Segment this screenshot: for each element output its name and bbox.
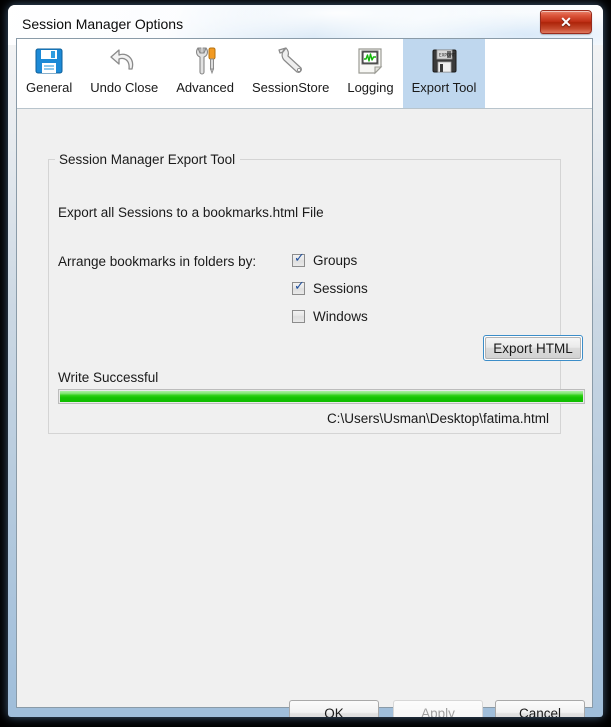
close-icon: ✕ [560,14,572,30]
tab-export-tool[interactable]: EXPORT Export Tool [402,39,486,108]
checkbox-groups[interactable]: ✓ [292,251,305,267]
tab-advanced[interactable]: Advanced [167,39,243,108]
apply-button: Apply [393,700,483,717]
checkbox-windows-label: Windows [313,309,368,324]
tab-general[interactable]: General [17,39,81,108]
svg-text:EXPORT: EXPORT [439,52,456,57]
export-tool-groupbox-title: Session Manager Export Tool [55,152,241,168]
checkbox-row-groups[interactable]: ✓ Groups [292,251,358,268]
undo-arrow-icon [110,49,134,70]
export-html-button[interactable]: Export HTML [483,335,583,361]
wrench-icon [278,47,302,73]
check-mark-icon: ✓ [294,279,305,294]
wrench-screwdriver-icon [196,47,216,75]
export-description: Export all Sessions to a bookmarks.html … [58,205,324,220]
checkbox-sessions[interactable]: ✓ [292,279,305,295]
export-progress-fill [60,391,583,402]
dialog-client-area: General Undo Close Advanced SessionStore… [16,38,593,717]
floppy-disk-blue-icon [35,48,63,74]
arrange-bookmarks-label: Arrange bookmarks in folders by: [58,254,257,269]
tab-logging-label: Logging [347,80,394,95]
tab-undo-close[interactable]: Undo Close [81,39,167,108]
options-toolbar: General Undo Close Advanced SessionStore… [17,39,592,109]
checkbox-row-sessions[interactable]: ✓ Sessions [292,279,368,296]
tab-advanced-label: Advanced [176,80,235,95]
exported-file-path: C:\Users\Usman\Desktop\fatima.html [326,411,549,426]
check-mark-icon: ✓ [294,251,305,266]
floppy-disk-export-icon: EXPORT [432,49,457,73]
window-title: Session Manager Options [22,16,184,32]
close-button[interactable]: ✕ [540,10,592,34]
tab-export-tool-label: Export Tool [411,80,477,95]
export-progress-bar [58,389,585,404]
tab-sessionstore[interactable]: SessionStore [243,39,338,108]
checkbox-groups-label: Groups [313,253,358,268]
status-text: Write Successful [58,370,159,385]
tab-sessionstore-label: SessionStore [252,80,330,95]
desktop-background: Session Manager Options ✕ General Undo C… [0,0,611,727]
checkbox-row-windows[interactable]: Windows [292,309,368,324]
tab-logging[interactable]: Logging [338,39,402,108]
checkbox-sessions-label: Sessions [313,281,368,296]
export-html-button-label: Export HTML [485,337,581,359]
tab-undo-close-label: Undo Close [90,80,159,95]
log-chart-page-icon [358,48,383,75]
tab-general-label: General [26,80,73,95]
ok-button[interactable]: OK [289,700,379,717]
checkbox-windows[interactable] [292,310,305,323]
options-window: Session Manager Options ✕ General Undo C… [8,5,603,717]
cancel-button[interactable]: Cancel [495,700,585,717]
